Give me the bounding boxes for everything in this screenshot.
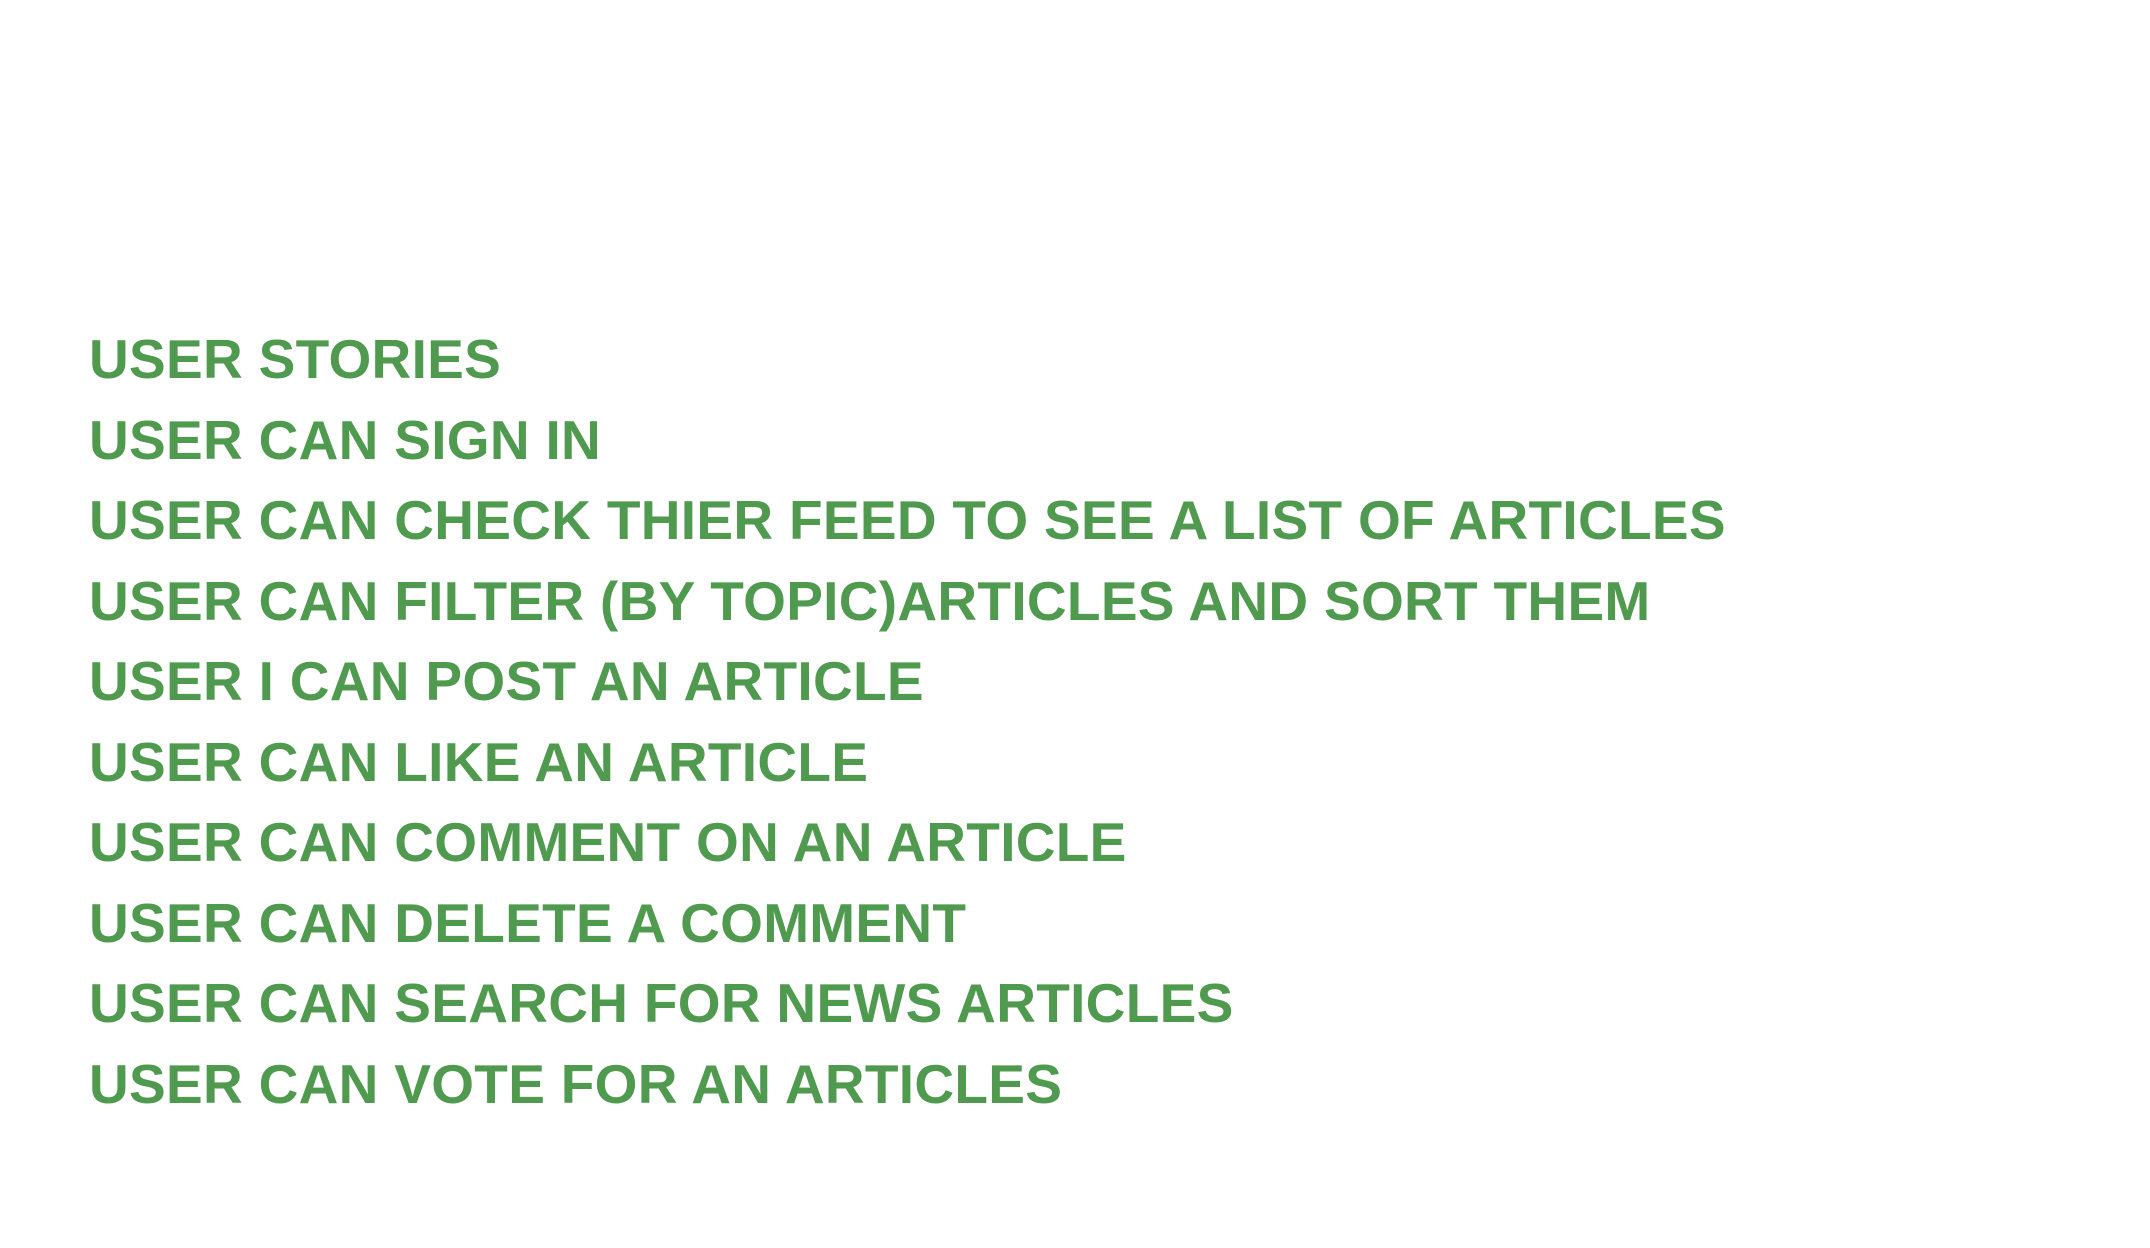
- story-comment-article: USER CAN COMMENT ON AN ARTICLE: [89, 811, 1127, 873]
- story-sign-in: USER CAN SIGN IN: [89, 408, 602, 471]
- slide: USER STORIES USER CAN SIGN IN USER CAN C…: [0, 0, 2150, 1248]
- story-filter-sort: USER CAN FILTER (BY TOPIC)ARTICLES AND S…: [89, 569, 1651, 632]
- story-vote-articles: USER CAN VOTE FOR AN ARTICLES: [89, 1052, 1063, 1115]
- story-delete-comment: USER CAN DELETE A COMMENT: [89, 891, 967, 954]
- story-search-articles: USER CAN SEARCH FOR NEWS ARTICLES: [89, 972, 1234, 1034]
- story-post-article: USER I CAN POST AN ARTICLE: [89, 650, 924, 712]
- story-like-article: USER CAN LIKE AN ARTICLE: [89, 730, 869, 793]
- user-stories-heading: USER STORIES: [89, 328, 502, 390]
- user-stories-list: USER STORIES USER CAN SIGN IN USER CAN C…: [89, 319, 1726, 1124]
- story-check-feed: USER CAN CHECK THIER FEED TO SEE A LIST …: [89, 489, 1726, 551]
